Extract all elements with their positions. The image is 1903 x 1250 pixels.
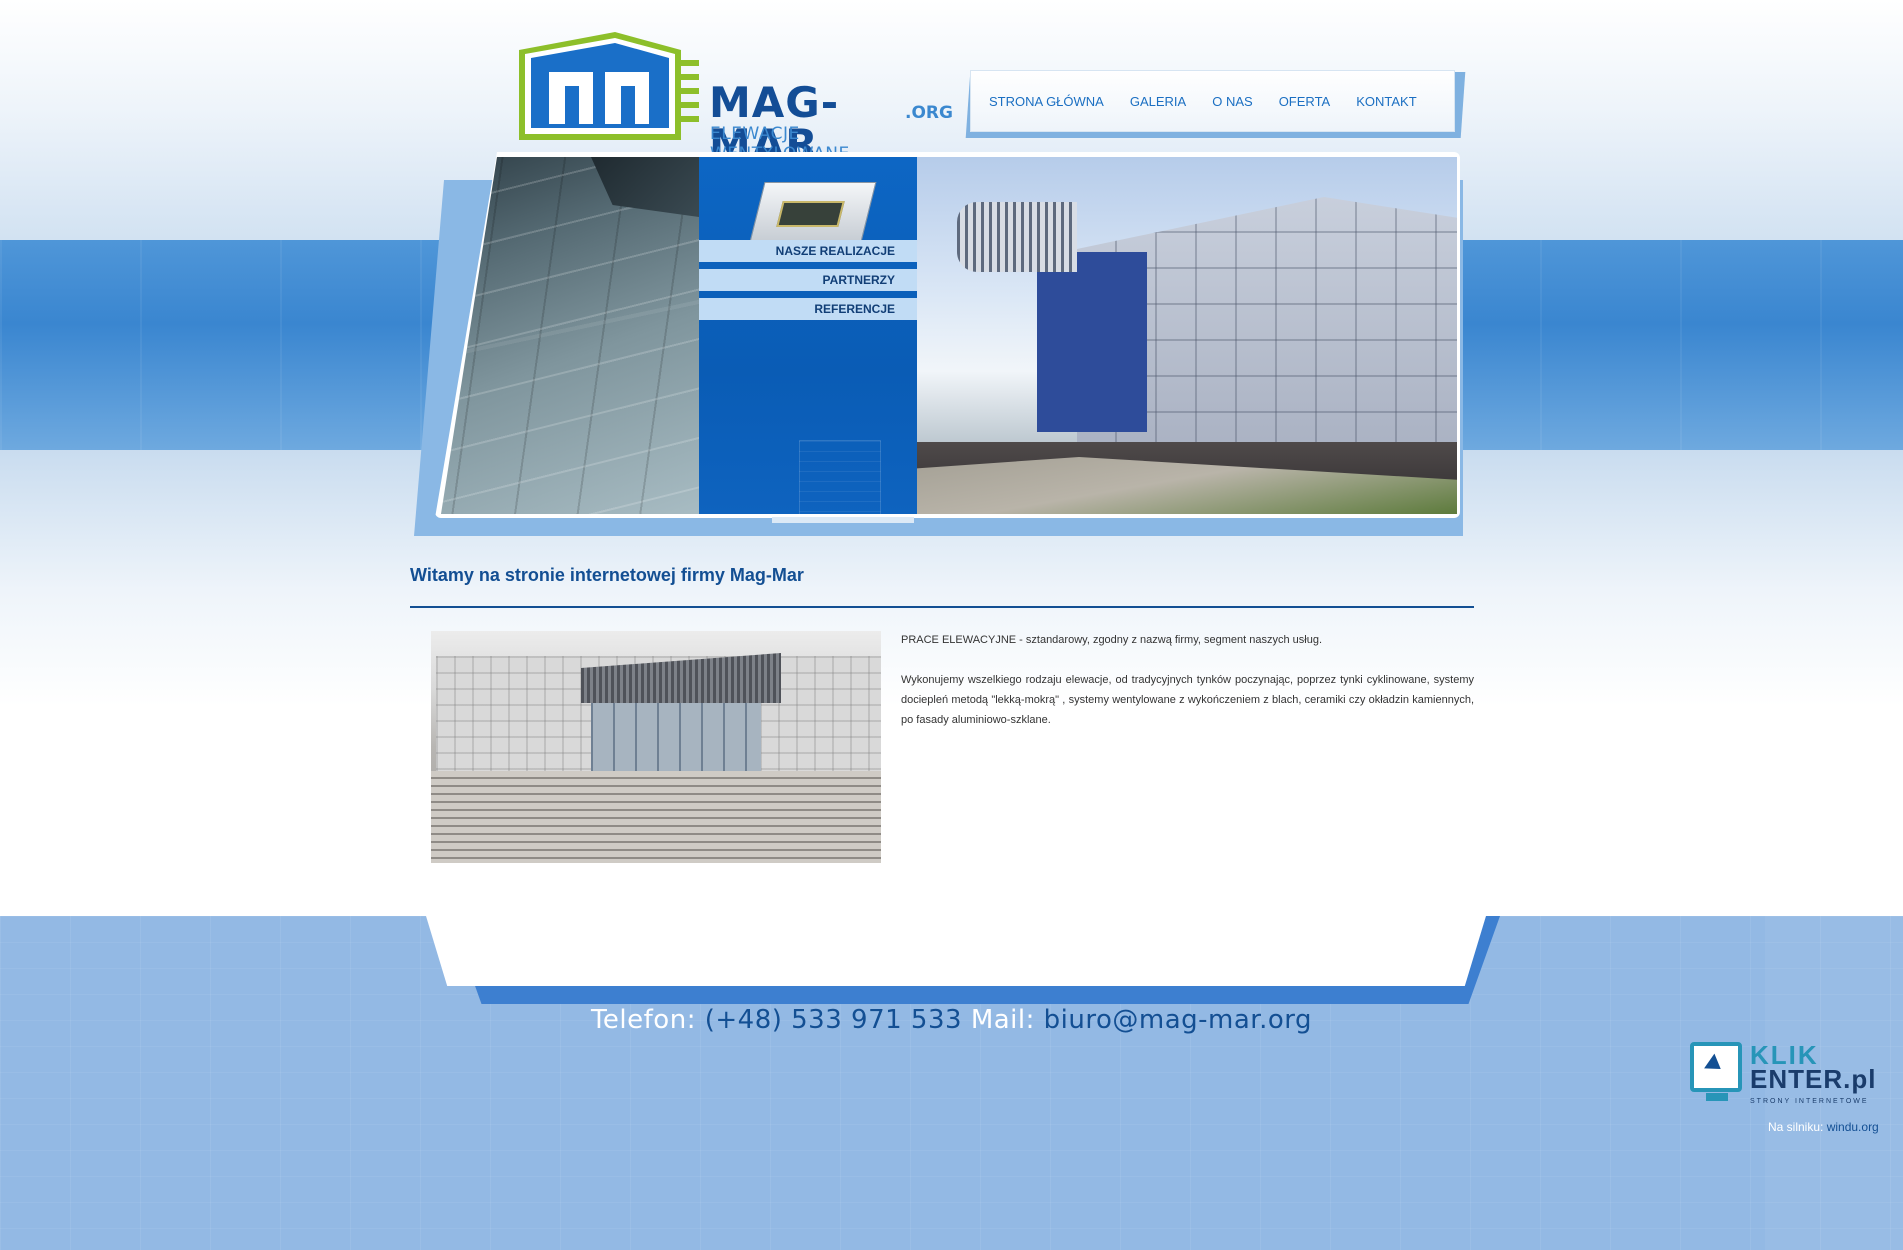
mail-address[interactable]: biuro@mag-mar.org (1044, 1005, 1312, 1035)
content-photo-building (431, 631, 881, 863)
logo-tld: .ORG (905, 103, 953, 123)
facade-device-graphic (749, 182, 877, 242)
nav-gallery[interactable]: GALERIA (1130, 94, 1186, 109)
photo-glass-entrance (591, 703, 761, 773)
badge-tagline: STRONY INTERNETOWE (1750, 1098, 1869, 1105)
top-navigation: STRONA GŁÓWNA GALERIA O NAS OFERTA KONTA… (970, 70, 1455, 132)
page-title: Witamy na stronie internetowej firmy Mag… (410, 565, 804, 585)
menu-item-references[interactable]: REFERENCJE (699, 298, 917, 320)
klikenter-badge[interactable]: KLIK ENTER.pl STRONY INTERNETOWE (1688, 1040, 1878, 1112)
banner-bottom-tab (772, 517, 914, 523)
building-logo-icon (519, 32, 699, 140)
contact-line: Telefon: (+48) 533 971 533 Mail: biuro@m… (0, 1005, 1903, 1035)
nav-about[interactable]: O NAS (1212, 94, 1252, 109)
content-text: PRACE ELEWACYJNE - sztandarowy, zgodny z… (901, 630, 1474, 750)
menu-item-realizations[interactable]: NASZE REALIZACJE (699, 240, 917, 262)
nav-contact[interactable]: KONTAKT (1356, 94, 1416, 109)
engine-label: Na silniku: (1768, 1120, 1824, 1134)
banner-menu-panel: NASZE REALIZACJE PARTNERZY REFERENCJE (699, 157, 917, 514)
cursor-icon (1704, 1053, 1726, 1077)
facade-edge (591, 157, 699, 217)
engine-credit: Na silniku: windu.org (1768, 1120, 1879, 1134)
ghost-building-graphic (799, 440, 881, 514)
nav-home[interactable]: STRONA GŁÓWNA (989, 94, 1104, 109)
paragraph-intro: PRACE ELEWACYJNE - sztandarowy, zgodny z… (901, 634, 1323, 646)
engine-link[interactable]: windu.org (1827, 1120, 1879, 1134)
mail-label: Mail: (970, 1005, 1035, 1035)
paragraph-services: Wykonujemy wszelkiego rodzaju elewacje, … (901, 674, 1474, 726)
phone-label: Telefon: (590, 1005, 696, 1035)
banner-photo-building (917, 157, 1457, 514)
badge-word-enter: ENTER.pl (1750, 1064, 1877, 1094)
photo-blue-section (1037, 252, 1147, 432)
menu-item-partners[interactable]: PARTNERZY (699, 269, 917, 291)
nav-offer[interactable]: OFERTA (1279, 94, 1331, 109)
site-logo[interactable]: MAG-MAR .ORG ELEWACJE WENTYLOWANE (513, 30, 953, 166)
monitor-icon (1690, 1042, 1742, 1092)
photo-louver-tower (957, 202, 1077, 272)
title-divider (410, 606, 1474, 608)
photo-steps (431, 771, 881, 863)
phone-number[interactable]: (+48) 533 971 533 (705, 1005, 962, 1035)
footer-plate (426, 916, 1486, 986)
monitor-stand (1706, 1093, 1728, 1101)
